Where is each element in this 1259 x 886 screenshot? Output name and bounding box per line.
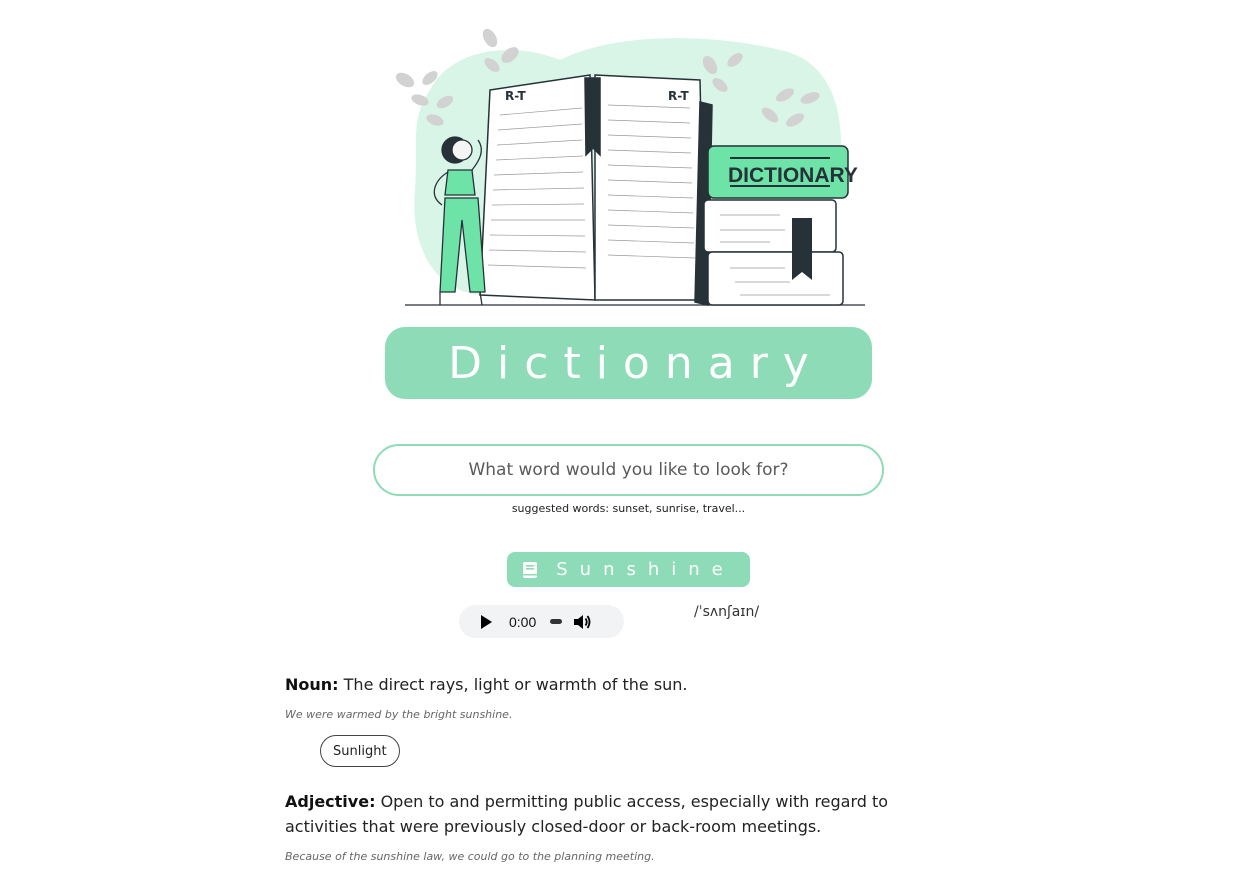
book-icon <box>523 561 538 578</box>
part-of-speech: Noun: <box>285 675 339 694</box>
result-word: Sunshine <box>556 559 735 580</box>
book-page-label-right: R-T <box>668 89 689 103</box>
definition-text: The direct rays, light or warmth of the … <box>343 675 688 694</box>
search-input[interactable] <box>393 453 864 487</box>
title-banner: Dictionary <box>385 327 872 399</box>
audio-player[interactable]: 0:00 <box>459 605 624 638</box>
audio-time: 0:00 <box>509 613 537 630</box>
book-spine-label: DICTIONARY <box>728 164 858 187</box>
audio-progress-bar[interactable] <box>550 619 563 624</box>
app-title: Dictionary <box>448 337 824 389</box>
example-sentence: Because of the sunshine law, we could go… <box>285 850 655 863</box>
volume-icon[interactable] <box>572 613 592 631</box>
part-of-speech: Adjective: <box>285 792 376 811</box>
definition-noun: Noun: The direct rays, light or warmth o… <box>285 672 925 697</box>
definition-text: Open to and permitting public access, es… <box>285 792 889 836</box>
definition-adjective: Adjective: Open to and permitting public… <box>285 789 925 839</box>
suggested-words: suggested words: sunset, sunrise, travel… <box>511 502 746 515</box>
example-sentence: We were warmed by the bright sunshine. <box>285 708 513 721</box>
dictionary-illustration: R-T R-T DICTIONARY <box>395 28 865 306</box>
word-header: Sunshine <box>507 552 750 587</box>
play-icon[interactable] <box>481 614 492 629</box>
book-page-label-left: R-T <box>505 89 526 103</box>
phonetic-text: /ˈsʌnʃaɪn/ <box>694 604 760 620</box>
synonym-chip[interactable]: Sunlight <box>320 735 400 767</box>
search-box[interactable] <box>373 444 884 496</box>
